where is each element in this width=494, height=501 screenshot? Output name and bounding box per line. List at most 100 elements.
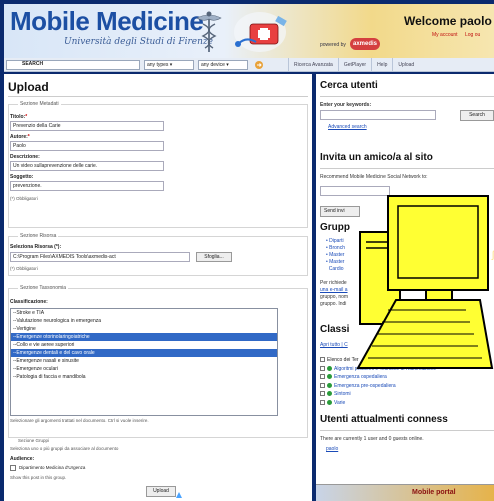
risorsa-label: Seleziona Risorsa (*): [10,244,62,250]
group-item[interactable]: • Master [326,252,345,259]
send-invite-button[interactable]: Send invi [320,206,360,217]
site-header: Mobile Medicine Università degli Studi d… [4,4,494,58]
class-option-selected[interactable]: --Emergenze otorinolaringoiatriche [11,333,277,341]
group-bullet-icon [327,374,332,380]
audience-label: Audience: [10,456,35,462]
group-item-label: Master [329,259,345,265]
autore-label-text: Autore: [10,134,28,140]
required-note: (*) Obbligatori [10,196,38,201]
mobile-portal-banner[interactable]: Mobile portal [316,484,494,501]
online-user-link[interactable]: paolo [326,446,338,452]
group-item-label: Bronch [329,245,345,251]
titolo-field[interactable]: Prevenzio della Carie [10,121,164,131]
title-divider [8,96,308,97]
gruppi-note: Seleziona uno o più gruppi da associare … [10,446,119,451]
device-select[interactable]: any device ▾ [198,60,248,70]
audience-checkbox[interactable] [10,465,16,471]
upload-panel: Upload Sezione Metadati Titolo:* Prevenz… [4,74,312,501]
group-item[interactable]: Cardio [326,266,345,273]
tree-expand-links[interactable]: Apri tutto | C [320,342,348,348]
titolo-label: Titolo:* [10,114,28,120]
group-item[interactable]: • Master [326,259,345,266]
recommend-text: Recommend Mobile Medicine Social Network… [320,174,428,180]
class-option[interactable]: --Stroke e TIA [11,309,277,317]
go-arrow-icon[interactable] [254,60,264,70]
computer-clipart-icon [356,195,494,369]
autore-field[interactable]: Paolo [10,141,164,151]
group-list: • Diparti • Bronch • Master • Master Car… [326,238,345,273]
nav-getplayer[interactable]: GetPlayer [337,58,371,72]
nav-upload[interactable]: Upload [392,58,419,72]
page-title: Upload [8,80,49,94]
powered-by-label: powered by [320,42,346,48]
risorsa-section-title: Sezione Risorsa [18,233,59,239]
my-account-link[interactable]: My account [432,32,458,38]
group-request-note: Per richiede una e-mail a gruppo, nom gr… [320,280,348,308]
axmedis-logo[interactable]: axmedis [350,38,380,50]
plus-icon[interactable] [320,365,325,371]
browse-button[interactable]: Sfoglia... [196,252,232,262]
mobile-portal-label: Mobile portal [412,489,456,496]
group-note-line: Per richiede [320,280,347,286]
user-search-input[interactable] [320,110,436,120]
device-select-value: any device [201,62,225,68]
tassonomia-section-title: Sezione Tassonomia [18,285,69,291]
search-toolbar: SEARCH any types ▾ any device ▾ Ricerca … [4,58,494,72]
required-note-2: (*) Obbligatori [10,266,38,271]
group-bullet-icon [327,399,332,405]
class-option[interactable]: --Collo e vie aeree superiori [11,341,277,349]
plus-icon[interactable] [320,382,325,388]
class-option[interactable]: --Emergenze oculari [11,365,277,373]
group-bullet-icon [327,382,332,388]
tree-node-label: Sintomi [334,391,351,397]
folder-icon [320,357,325,363]
tree-node-label: Emergenza pre-ospedaliera [334,382,396,389]
caduceus-icon [196,11,222,52]
classi-title: Classi [320,324,350,335]
types-select[interactable]: any types ▾ [144,60,194,70]
group-item[interactable]: • Diparti [326,238,345,245]
titolo-label-text: Titolo: [10,114,26,120]
tree-node[interactable]: Varie [320,399,436,408]
plus-icon[interactable] [320,399,325,405]
nav-help[interactable]: Help [371,58,392,72]
autore-label: Autore:* [10,134,30,140]
gruppi-section-title: Sezione Gruppi [18,438,50,443]
cerca-divider [320,96,494,97]
classificazione-label: Classificazione: [10,299,48,305]
descrizione-label: Descrizione: [10,154,40,160]
group-item-label: Cardio [328,266,344,272]
group-item-label: Diparti [329,238,344,244]
nav-ricerca-avanzata[interactable]: Ricerca Avanzata [288,58,338,72]
site-logo[interactable]: Mobile Medicine [10,6,204,37]
soggetto-field[interactable]: prevenzione. [10,181,164,191]
class-option[interactable]: --Emergenze nasali e sinusite [11,357,277,365]
gruppi-title: Grupp [320,222,350,233]
advanced-search-link[interactable]: Advanced search [328,124,367,130]
risorsa-path-field[interactable]: C:\Program Files\AXMEDIS Tools\axmedis-a… [10,252,190,262]
group-note-line[interactable]: una e-mail a [320,287,348,294]
plus-icon[interactable] [320,374,325,380]
tree-node[interactable]: Emergenza pre-ospedaliera [320,382,436,391]
metadata-section-title: Sezione Metadati [18,101,61,107]
class-option[interactable]: --Valutazione neurologica in emergenza [11,317,277,325]
classificazione-listbox[interactable]: --Stroke e TIA --Valutazione neurologica… [10,308,278,416]
tree-node[interactable]: Sintomi [320,390,436,399]
classificazione-note: Selezionare gli argomenti trattati nel d… [10,418,149,423]
descrizione-field[interactable]: Un video sullaprevenzione delle carie. [10,161,164,171]
invita-divider [320,168,494,169]
invita-title: Invita un amico/a al sito [320,152,433,163]
class-option[interactable]: --Patologia di faccia e mandibola [11,373,277,381]
upload-button[interactable]: Upload [146,486,176,497]
class-option[interactable]: --Vertigine [11,325,277,333]
tree-node-label: Varie [334,399,346,406]
medical-kit-icon [234,12,287,52]
logout-link[interactable]: Log ou [465,32,480,38]
plus-icon[interactable] [320,391,325,397]
user-search-button[interactable]: Search [460,110,494,121]
audience-item-label: Dipartimento Medicina d'Urgenza [19,465,86,470]
tree-root-label: Elenco dei Ter [327,357,359,363]
group-item-label: Master [329,252,345,258]
class-option-selected[interactable]: --Emergenze dentali e del cavo orale [11,349,277,357]
group-item[interactable]: • Bronch [326,245,345,252]
